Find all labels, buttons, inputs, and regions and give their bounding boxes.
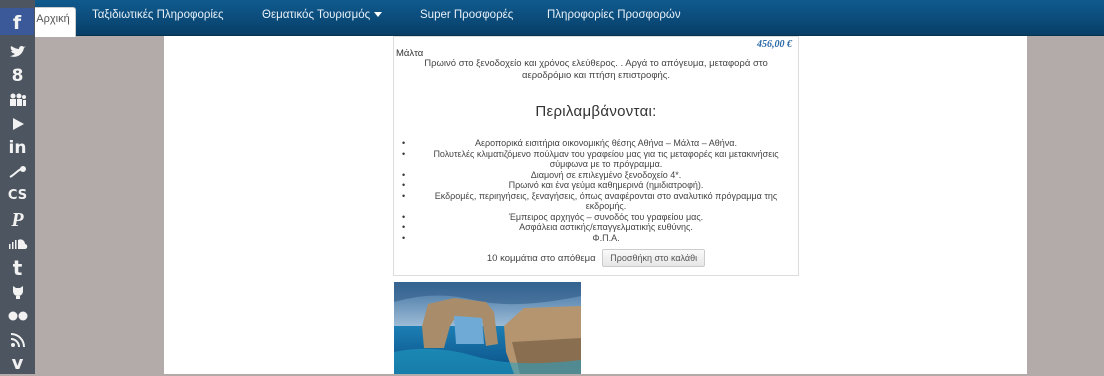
list-item: Διαμονή σε επιλεγμένο ξενοδοχείο 4*. xyxy=(402,170,794,181)
stock-status: 10 κομμάτια στο απόθεμα xyxy=(486,253,596,264)
nav-thematic-tourism[interactable]: Θεματικός Τουρισμός xyxy=(262,0,383,30)
list-item: Πολυτελές κλιματιζόμενο πούλμαν του γραφ… xyxy=(402,149,794,170)
nav-home-tab[interactable]: Αρχική xyxy=(30,7,76,37)
vimeo-icon[interactable]: v xyxy=(0,352,35,376)
product-photo[interactable] xyxy=(394,282,581,374)
flickr-icon[interactable] xyxy=(0,304,35,328)
list-item: Έμπειρος αρχηγός – συνοδός του γραφείου … xyxy=(402,212,794,223)
lastfm-icon[interactable]: CS xyxy=(0,184,35,208)
list-item: Αεροπορικά εισιτήρια οικονομικής θέσης Α… xyxy=(402,138,794,149)
delicious-icon[interactable] xyxy=(0,160,35,184)
product-details: 456,00 € Μάλτα Πρωινό στο ξενοδοχείο και… xyxy=(393,36,799,276)
github-icon[interactable] xyxy=(0,280,35,304)
nav-offers-info[interactable]: Πληροφορίες Προσφορών xyxy=(547,0,681,30)
nav-super-offers[interactable]: Super Προσφορές xyxy=(420,0,513,30)
pinterest-icon[interactable]: P xyxy=(0,208,35,232)
includes-heading: Περιλαμβάνονται: xyxy=(535,103,657,120)
rss-icon[interactable] xyxy=(0,328,35,352)
facebook-icon[interactable]: f xyxy=(0,8,34,35)
twitter-icon[interactable] xyxy=(0,40,35,64)
soundcloud-icon[interactable] xyxy=(0,232,35,256)
list-item: Φ.Π.Α. xyxy=(402,233,794,244)
tumblr-icon[interactable]: t xyxy=(0,256,35,280)
stock-row: 10 κομμάτια στο απόθεμα Προσθήκη στο καλ… xyxy=(394,249,798,267)
main-navbar: Αρχική Ταξιδιωτικές Πληροφορίες Θεματικό… xyxy=(0,0,1104,37)
includes-list: Αεροπορικά εισιτήρια οικονομικής θέσης Α… xyxy=(402,138,794,243)
product-price: 456,00 € xyxy=(757,39,792,50)
azure-window-photo xyxy=(394,282,581,374)
list-item: Πρωινό και ένα γεύμα καθημερινά (ημιδιατ… xyxy=(402,180,794,191)
myspace-icon[interactable] xyxy=(0,88,35,112)
nav-thematic-tourism-label: Θεματικός Τουρισμός xyxy=(262,9,371,21)
list-item: Ασφάλεια αστικής/επαγγελματικής ευθύνης. xyxy=(402,222,794,233)
nav-travel-info[interactable]: Ταξιδιωτικές Πληροφορίες xyxy=(92,0,224,30)
linkedin-icon[interactable]: in xyxy=(0,136,35,160)
youtube-icon[interactable] xyxy=(0,112,35,136)
add-to-cart-button[interactable]: Προσθήκη στο καλάθι xyxy=(602,249,706,267)
list-item: Εκδρομές, περιηγήσεις, ξεναγήσεις, όπως … xyxy=(402,191,794,212)
social-icons-bar: f 8 in CS P t v xyxy=(0,0,35,374)
product-description: Πρωινό στο ξενοδοχείο και χρόνος ελεύθερ… xyxy=(424,58,768,81)
google-plus-icon[interactable]: 8 xyxy=(0,64,35,88)
chevron-down-icon xyxy=(374,12,383,18)
